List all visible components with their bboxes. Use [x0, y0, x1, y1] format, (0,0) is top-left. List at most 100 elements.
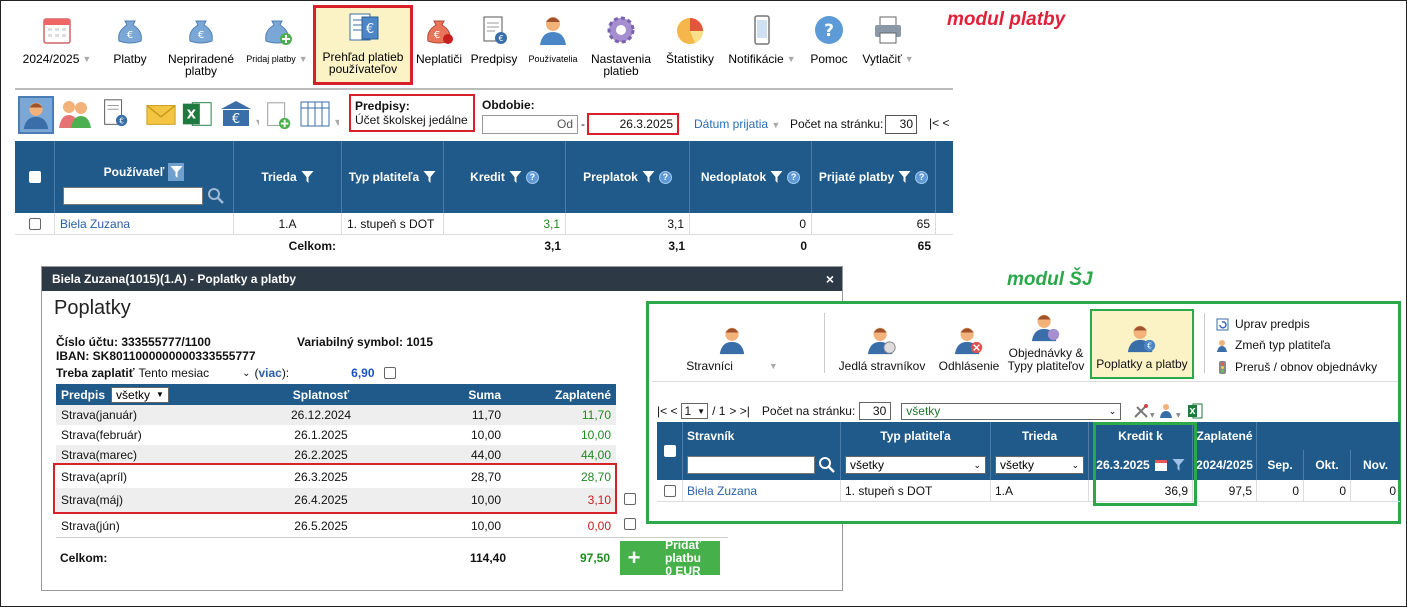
- header-kredit[interactable]: Kredit?: [444, 141, 566, 213]
- sj-uprav-predpis[interactable]: Uprav predpis: [1216, 317, 1310, 331]
- toolbar-year[interactable]: 2024/2025 ▼: [15, 7, 99, 85]
- tools-icon[interactable]: ▼: [1133, 403, 1155, 419]
- pager-first-prev[interactable]: |< <: [929, 116, 949, 130]
- sj-header-nov: Nov.: [1362, 458, 1389, 472]
- filter-icon[interactable]: [642, 171, 655, 183]
- email-button[interactable]: [145, 99, 181, 137]
- add-payment-button[interactable]: + Pridať platbu 0 EUR: [620, 538, 720, 577]
- view-single-user-button[interactable]: [18, 96, 54, 134]
- toolbar-predpisy[interactable]: € Predpisy: [465, 7, 523, 85]
- sj-per-page-input[interactable]: 30: [859, 402, 892, 420]
- amount-due-value: 6,90: [351, 366, 375, 380]
- fee-checkbox[interactable]: [624, 518, 636, 530]
- viac-link[interactable]: viac: [258, 366, 281, 380]
- filter-icon[interactable]: [898, 171, 911, 183]
- toolbar-notifikacie[interactable]: Notifikácie ▼: [721, 7, 803, 85]
- help-icon[interactable]: ?: [658, 170, 672, 184]
- sj-cell-okt: 0: [1304, 480, 1351, 501]
- total-kredit: 3,1: [544, 239, 561, 253]
- sj-zmen-typ[interactable]: Zmeň typ platiteľa: [1216, 338, 1331, 352]
- sj-filter-select[interactable]: všetky ⌄: [901, 402, 1122, 420]
- cell-prijate: 65: [812, 213, 936, 234]
- user-add-icon[interactable]: ▼: [1159, 403, 1183, 419]
- sj-header-typ[interactable]: Typ platiteľa: [841, 422, 991, 450]
- help-icon[interactable]: ?: [525, 170, 539, 184]
- search-icon[interactable]: [818, 456, 836, 474]
- calendar-icon[interactable]: [1154, 459, 1168, 472]
- toolbar-pouzivatelia[interactable]: Používatelia: [523, 7, 583, 85]
- amount-due-checkbox[interactable]: [383, 367, 396, 379]
- toolbar-pridaj[interactable]: Pridaj platby ▼: [241, 7, 313, 85]
- svg-text:?: ?: [824, 21, 834, 41]
- row-checkbox[interactable]: [28, 217, 41, 230]
- view-users-group-button[interactable]: [57, 96, 93, 134]
- select-all-checkbox[interactable]: [28, 171, 41, 183]
- sj-typ-select[interactable]: všetky ⌄: [845, 456, 986, 474]
- columns-button[interactable]: ▼: [299, 99, 342, 137]
- sj-header-kredit[interactable]: Kredit k: [1089, 422, 1193, 450]
- excel-export-button[interactable]: X: [181, 99, 217, 137]
- header-typ[interactable]: Typ platiteľa: [342, 141, 444, 213]
- toolbar-nepriradene[interactable]: € Nepriradené platby: [161, 7, 241, 85]
- date-type-select[interactable]: Dátum prijatia ▼: [694, 117, 780, 131]
- per-page-input[interactable]: 30: [885, 115, 917, 134]
- fee-checkbox[interactable]: [624, 493, 636, 505]
- sj-jedla-button[interactable]: Jedlá stravníkov: [832, 307, 932, 379]
- filter-icon[interactable]: [168, 163, 185, 181]
- header-preplatok[interactable]: Preplatok?: [566, 141, 690, 213]
- fee-name: Strava(jún): [61, 519, 120, 533]
- help-icon[interactable]: ?: [915, 170, 929, 184]
- bank-euro-button[interactable]: €▼: [219, 99, 263, 137]
- sj-select-all-checkbox[interactable]: [663, 445, 676, 457]
- toolbar-nastavenia[interactable]: Nastavenia platieb: [583, 7, 659, 85]
- view-document-euro-button[interactable]: €: [99, 96, 135, 134]
- help-icon[interactable]: ?: [787, 170, 801, 184]
- sj-objednavky-button[interactable]: Objednávky & Typy platiteľov: [1004, 307, 1088, 379]
- search-icon[interactable]: [207, 187, 225, 205]
- pager-first-prev[interactable]: |< <: [657, 404, 677, 418]
- filter-icon[interactable]: [770, 171, 783, 183]
- fee-paid: 11,70: [581, 408, 611, 422]
- predpis-filter-select[interactable]: všetky ▼: [111, 386, 169, 403]
- filter-icon[interactable]: [423, 171, 436, 183]
- traffic-light-icon: [1219, 360, 1226, 374]
- sj-stravnik-search[interactable]: [687, 456, 815, 474]
- chevron-down-icon: ▼: [904, 54, 914, 64]
- sj-stravnici-button[interactable]: Stravníci ▼: [672, 307, 792, 379]
- sj-odhlasenie-button[interactable]: Odhlásenie: [936, 307, 1002, 379]
- toolbar-prehlad-platieb[interactable]: € Prehľad platieb používateľov: [313, 5, 413, 85]
- users-payments-table: Používateľ Trieda Typ platiteľa Kredit? …: [15, 141, 953, 257]
- header-trieda[interactable]: Trieda: [234, 141, 342, 213]
- filter-icon[interactable]: [509, 171, 522, 183]
- page-select[interactable]: 1 ▼: [681, 403, 709, 419]
- toolbar-statistiky[interactable]: Štatistiky: [659, 7, 721, 85]
- date-from-input[interactable]: Od: [482, 115, 578, 134]
- toolbar-vytlacit[interactable]: Vytlačiť ▼: [855, 7, 921, 85]
- predpisy-selector[interactable]: Predpisy: Účet školskej jedálne: [349, 94, 475, 132]
- filter-icon[interactable]: [1172, 459, 1185, 471]
- date-to-input[interactable]: 26.3.2025: [587, 113, 679, 135]
- sj-header-stravnik[interactable]: Stravník: [683, 422, 841, 450]
- toolbar-neplatici[interactable]: € Neplatiči: [413, 7, 465, 85]
- phone-icon: [754, 15, 770, 45]
- pager-next-last[interactable]: > >|: [729, 404, 749, 418]
- header-nedoplatok[interactable]: Nedoplatok?: [690, 141, 812, 213]
- user-name-link[interactable]: Biela Zuzana: [55, 213, 234, 234]
- sj-row-checkbox[interactable]: [663, 484, 676, 497]
- close-icon[interactable]: ×: [826, 271, 834, 287]
- user-search-input[interactable]: [63, 187, 203, 205]
- sj-header-zaplatene[interactable]: Zaplatené: [1193, 422, 1257, 450]
- sj-trieda-select[interactable]: všetky ⌄: [995, 456, 1084, 474]
- amount-due-period-select[interactable]: Tento mesiac ⌄: [138, 366, 250, 380]
- add-document-button[interactable]: [263, 99, 299, 137]
- sj-header-trieda[interactable]: Trieda: [991, 422, 1089, 450]
- toolbar-platby[interactable]: € Platby: [99, 7, 161, 85]
- toolbar-pomoc[interactable]: ? Pomoc: [803, 7, 855, 85]
- sj-prerus-obnov[interactable]: Preruš / obnov objednávky: [1216, 360, 1377, 374]
- sj-poplatky-button[interactable]: € Poplatky a platby: [1090, 309, 1194, 379]
- header-prijate[interactable]: Prijaté platby?: [812, 141, 936, 213]
- excel-icon[interactable]: X: [1187, 403, 1203, 419]
- sj-stravnik-link[interactable]: Biela Zuzana: [683, 480, 841, 501]
- modal-divider: [56, 537, 728, 538]
- filter-icon[interactable]: [301, 171, 314, 183]
